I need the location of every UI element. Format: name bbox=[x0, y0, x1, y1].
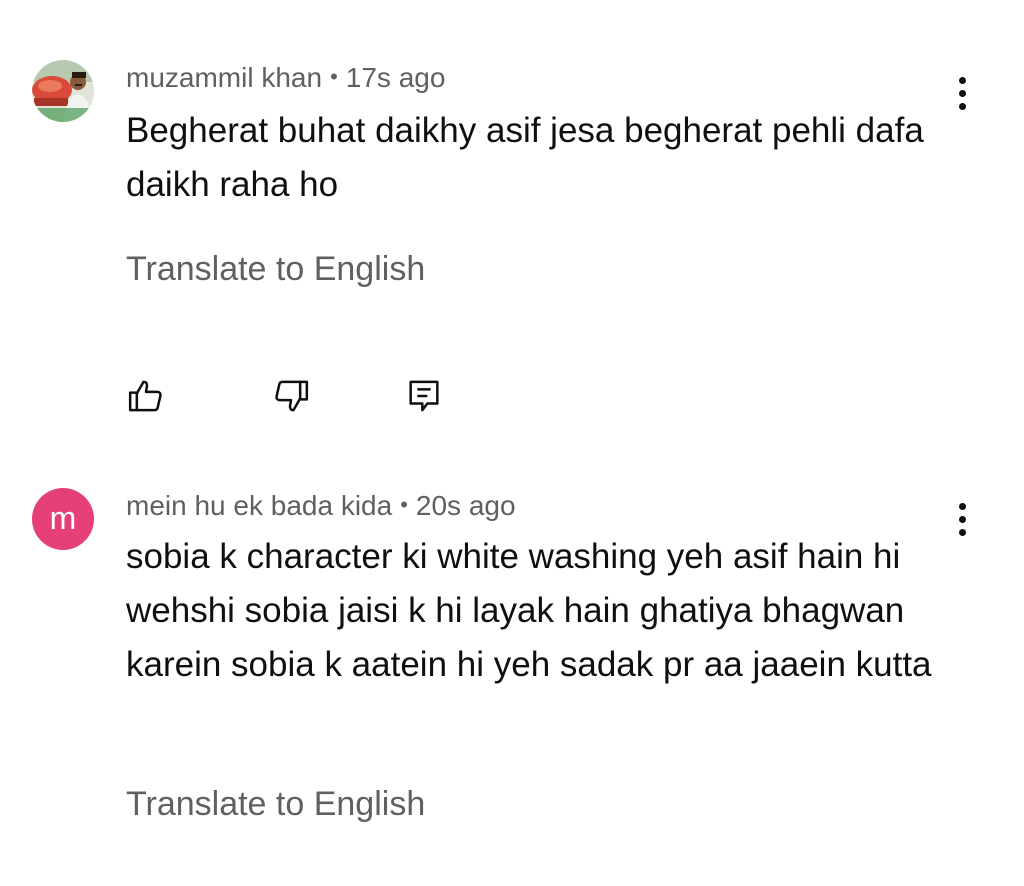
comment-text: sobia k character ki white washing yeh a… bbox=[126, 537, 932, 684]
kebab-dot bbox=[958, 89, 966, 97]
translate-link[interactable]: Translate to English bbox=[126, 785, 425, 824]
avatar[interactable]: m bbox=[32, 488, 94, 550]
author-name[interactable]: mein hu ek bada kida bbox=[126, 490, 392, 521]
kebab-dot bbox=[958, 76, 966, 84]
comment-text: Begherat buhat daikhy asif jesa begherat… bbox=[126, 111, 924, 204]
reply-button[interactable] bbox=[402, 374, 446, 418]
comment-meta: muzammil khan • 17s ago bbox=[126, 62, 445, 94]
kebab-dot bbox=[958, 515, 966, 523]
translate-link[interactable]: Translate to English bbox=[126, 250, 425, 289]
kebab-dot bbox=[958, 502, 966, 510]
meta-separator: • bbox=[400, 492, 408, 517]
thumbs-down-icon bbox=[275, 380, 309, 412]
timestamp: 17s ago bbox=[345, 62, 446, 93]
avatar[interactable] bbox=[32, 60, 94, 122]
reply-comment-icon bbox=[409, 380, 439, 412]
comment-meta: mein hu ek bada kida • 20s ago bbox=[126, 490, 516, 522]
dislike-button[interactable] bbox=[269, 374, 313, 418]
timestamp: 20s ago bbox=[415, 490, 516, 521]
kebab-dot bbox=[958, 102, 966, 110]
kebab-dot bbox=[958, 528, 966, 536]
like-button[interactable] bbox=[124, 374, 168, 418]
avatar-photo-icon bbox=[32, 60, 94, 122]
thumbs-up-icon bbox=[128, 380, 162, 412]
avatar-letter: m bbox=[49, 500, 77, 536]
author-name[interactable]: muzammil khan bbox=[126, 62, 322, 93]
meta-separator: • bbox=[330, 64, 338, 89]
